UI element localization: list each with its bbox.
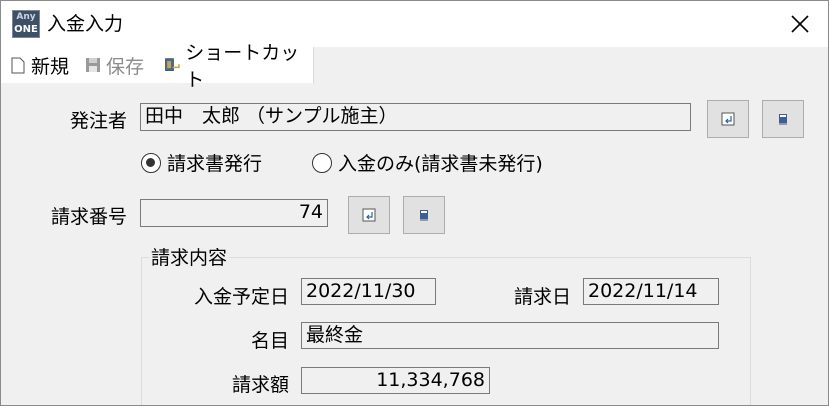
amount-field[interactable]: 11,334,768: [301, 367, 490, 394]
radio-unselected-icon: [312, 152, 332, 173]
app-logo-bottom-text: ONE: [14, 24, 38, 35]
invoice-date-field[interactable]: 2022/11/14: [583, 278, 719, 305]
invoice-select-button[interactable]: [348, 196, 390, 234]
save-button[interactable]: 保存: [84, 47, 144, 83]
select-arrow-icon: [362, 208, 376, 222]
close-icon: [791, 15, 809, 33]
amount-label: 請求額: [231, 374, 289, 396]
window-title: 入金入力: [47, 13, 124, 35]
close-button[interactable]: [781, 5, 819, 43]
radio-issue-invoice[interactable]: 請求書発行: [141, 149, 262, 176]
item-label: 名目: [250, 330, 289, 352]
radio-payment-only[interactable]: 入金のみ(請求書未発行): [312, 149, 543, 176]
orderer-detail-button[interactable]: [762, 100, 804, 138]
deposit-date-field[interactable]: 2022/11/30: [301, 278, 436, 305]
shortcut-button-label: ショートカット: [185, 42, 300, 91]
detail-view-icon: [420, 210, 428, 221]
app-logo-top-text: Any: [16, 12, 36, 22]
radio-selected-icon: [141, 152, 161, 173]
select-arrow-icon: [721, 112, 735, 126]
invoice-number-field[interactable]: 74: [140, 199, 328, 227]
new-document-icon: [11, 57, 25, 74]
invoice-detail-button[interactable]: [403, 196, 445, 234]
new-button[interactable]: 新規: [9, 47, 69, 83]
detail-view-icon: [779, 114, 787, 125]
save-button-label: 保存: [106, 55, 145, 78]
invoice-details-title: 請求内容: [149, 246, 230, 270]
orderer-label: 発注者: [69, 110, 127, 132]
orderer-field[interactable]: 田中 太郎 （サンプル施主）: [140, 103, 691, 131]
invoice-date-label: 請求日: [513, 286, 571, 308]
radio-issue-invoice-label: 請求書発行: [167, 153, 263, 175]
radio-payment-only-label: 入金のみ(請求書未発行): [338, 153, 543, 175]
toolbar: 新規 保存 ショートカット: [1, 42, 314, 91]
orderer-select-button[interactable]: [707, 100, 749, 138]
payment-entry-window: Any ONE 入金入力 新規 保存 ショートカット 発注者 田中 太郎 （サン…: [0, 0, 829, 406]
item-field[interactable]: 最終金: [301, 322, 719, 349]
app-logo-icon: Any ONE: [12, 10, 40, 38]
invoice-number-label: 請求番号: [50, 206, 127, 228]
new-button-label: 新規: [31, 55, 70, 78]
shortcut-icon: [165, 58, 180, 71]
shortcut-button[interactable]: ショートカット: [164, 42, 313, 91]
floppy-disk-icon: [86, 58, 100, 72]
deposit-date-label: 入金予定日: [193, 286, 289, 308]
title-bar: Any ONE 入金入力: [1, 1, 828, 47]
